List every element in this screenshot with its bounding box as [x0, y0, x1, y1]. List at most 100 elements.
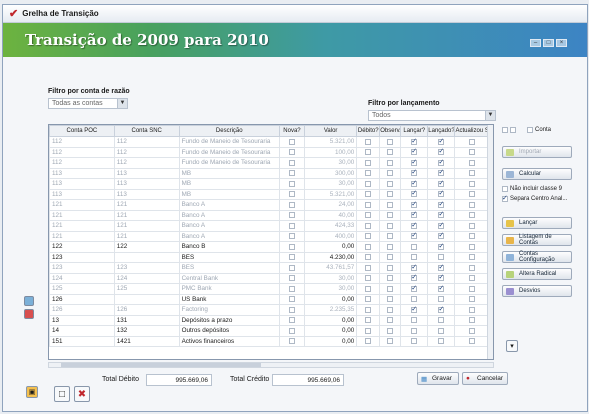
cell-nova[interactable] [278, 293, 306, 305]
checkbox[interactable] [468, 264, 475, 271]
checkbox[interactable] [411, 169, 418, 177]
checkbox[interactable] [438, 327, 445, 334]
cell-observ[interactable] [379, 335, 402, 347]
cell-debito[interactable] [356, 220, 381, 232]
checkbox[interactable] [365, 264, 372, 271]
cell-descricao[interactable]: Factoring [178, 304, 280, 316]
cell-descricao[interactable]: Banco A [178, 199, 280, 211]
cell-lancar[interactable] [400, 136, 429, 148]
transition-grid[interactable]: Conta POC Conta SNC Descrição Nova? Valo… [48, 124, 494, 360]
col-header[interactable]: Descrição [178, 125, 280, 137]
cell-conta-snc[interactable]: 121 [113, 220, 180, 232]
cell-descricao[interactable]: Banco A [178, 220, 280, 232]
checkbox[interactable] [438, 254, 445, 261]
cell-nova[interactable] [278, 325, 306, 337]
checkbox[interactable] [438, 317, 445, 324]
cell-lancar[interactable] [400, 220, 429, 232]
checkbox[interactable] [387, 338, 394, 345]
filter-conta-select[interactable]: Todas as contas ▼ [48, 98, 128, 109]
checkbox[interactable] [411, 137, 418, 145]
checkbox[interactable] [387, 254, 394, 261]
cell-observ[interactable] [379, 325, 402, 337]
cell-valor[interactable]: 5.321,00 [303, 136, 358, 148]
cell-nova[interactable] [278, 157, 306, 169]
cell-lancado[interactable] [427, 230, 456, 242]
checkbox[interactable] [387, 285, 394, 292]
cell-debito[interactable] [356, 283, 381, 295]
checkbox[interactable] [387, 317, 394, 324]
checkbox[interactable] [288, 149, 295, 156]
cell-valor[interactable]: 424,33 [303, 220, 358, 232]
cell-actualizou[interactable] [454, 157, 489, 169]
separa-box[interactable] [502, 194, 508, 202]
cell-nova[interactable] [278, 146, 306, 158]
checkbox[interactable] [438, 221, 445, 229]
cell-debito[interactable] [356, 146, 381, 158]
cell-conta-poc[interactable]: 113 [49, 178, 115, 190]
cell-lancar[interactable] [400, 241, 429, 253]
table-row[interactable]: 121 121 Banco A 424,33 [49, 220, 489, 232]
cell-lancar[interactable] [400, 230, 429, 242]
checkbox[interactable] [438, 232, 445, 240]
cell-valor[interactable]: 0,00 [303, 314, 358, 326]
cell-conta-poc[interactable]: 124 [49, 272, 115, 284]
checkbox[interactable] [365, 338, 372, 345]
cell-lancar[interactable] [400, 335, 429, 347]
cell-nova[interactable] [278, 136, 306, 148]
checkbox[interactable] [468, 306, 475, 313]
cell-debito[interactable] [356, 178, 381, 190]
cell-actualizou[interactable] [454, 325, 489, 337]
checkbox[interactable] [365, 212, 372, 219]
cell-actualizou[interactable] [454, 262, 489, 274]
desvios-button[interactable]: Desvios [502, 285, 572, 297]
checkbox[interactable] [468, 138, 475, 145]
cell-observ[interactable] [379, 251, 402, 263]
checkbox[interactable] [411, 274, 418, 282]
cell-debito[interactable] [356, 304, 381, 316]
checkbox[interactable] [365, 306, 372, 313]
checkbox[interactable] [387, 296, 394, 303]
cell-valor[interactable]: 40,00 [303, 209, 358, 221]
checkbox[interactable] [468, 191, 475, 198]
checkbox[interactable] [365, 243, 372, 250]
cell-actualizou[interactable] [454, 230, 489, 242]
cell-lancar[interactable] [400, 178, 429, 190]
table-row[interactable]: 121 121 Banco A 400,00 [49, 230, 489, 242]
cell-lancar[interactable] [400, 293, 429, 305]
cell-conta-snc[interactable] [113, 293, 180, 305]
cell-conta-snc[interactable]: 121 [113, 199, 180, 211]
table-row[interactable]: 123 123 BES 43.761,57 [49, 262, 489, 274]
cell-nova[interactable] [278, 314, 306, 326]
cell-lancado[interactable] [427, 146, 456, 158]
checkbox[interactable] [438, 211, 445, 219]
cell-conta-snc[interactable] [113, 251, 180, 263]
checkbox[interactable] [365, 201, 372, 208]
cell-actualizou[interactable] [454, 136, 489, 148]
cell-lancado[interactable] [427, 262, 456, 274]
new-document-button[interactable]: □ [54, 386, 70, 402]
cell-observ[interactable] [379, 209, 402, 221]
cell-nova[interactable] [278, 335, 306, 347]
checkbox[interactable] [365, 327, 372, 334]
cell-observ[interactable] [379, 146, 402, 158]
checkbox[interactable] [438, 305, 445, 313]
cell-observ[interactable] [379, 241, 402, 253]
checkbox[interactable] [365, 317, 372, 324]
cell-lancar[interactable] [400, 199, 429, 211]
col-header[interactable]: Lançado? [427, 125, 456, 137]
checkbox[interactable] [411, 317, 418, 324]
checkbox[interactable] [387, 170, 394, 177]
scroll-thumb[interactable] [61, 363, 261, 367]
cell-conta-poc[interactable]: 112 [49, 157, 115, 169]
pdf-icon[interactable] [24, 309, 34, 319]
checkbox[interactable] [468, 159, 475, 166]
checkbox[interactable] [288, 338, 295, 345]
checkbox[interactable] [468, 275, 475, 282]
checkbox[interactable] [288, 254, 295, 261]
cell-lancado[interactable] [427, 272, 456, 284]
cell-nova[interactable] [278, 209, 306, 221]
cell-debito[interactable] [356, 241, 381, 253]
cell-actualizou[interactable] [454, 272, 489, 284]
cell-nova[interactable] [278, 199, 306, 211]
table-row[interactable]: 124 124 Central Bank 30,00 [49, 272, 489, 284]
